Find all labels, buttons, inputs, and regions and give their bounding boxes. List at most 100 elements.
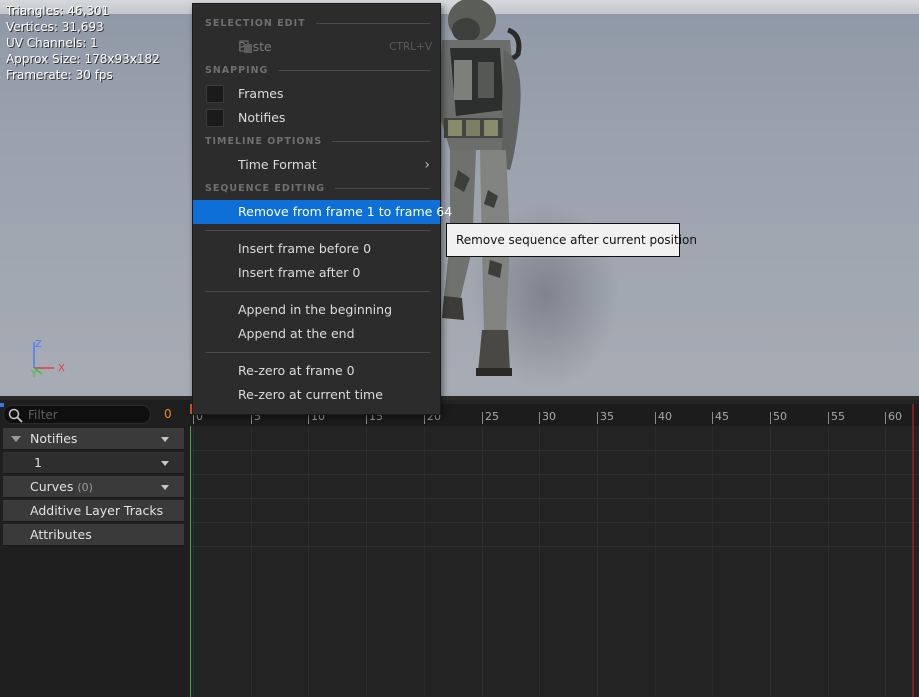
section-line bbox=[332, 140, 430, 142]
section-snapping-label: SNAPPING bbox=[205, 64, 269, 76]
menu-separator bbox=[205, 230, 430, 231]
axis-gizmo-icon: Z Y X bbox=[30, 339, 65, 380]
ruler-tick-label: 55 bbox=[831, 410, 845, 423]
rezero-current-label: Re-zero at current time bbox=[238, 387, 383, 402]
stat-framerate: Framerate: 30 fps bbox=[6, 68, 113, 82]
ruler-tick-label: 35 bbox=[600, 410, 614, 423]
track-additive-label: Additive Layer Tracks bbox=[30, 503, 164, 518]
track-additive-layer[interactable]: Additive Layer Tracks bbox=[3, 500, 184, 522]
timeline-area[interactable]: 0 5 10 15 20 25 30 35 40 45 50 55 60 bbox=[190, 400, 919, 697]
ruler-tick bbox=[770, 412, 771, 424]
timeline-grid-line bbox=[251, 426, 252, 697]
menu-item-insert-before[interactable]: Insert frame before 0 bbox=[193, 237, 440, 261]
section-sequence-editing: SEQUENCE EDITING bbox=[205, 181, 430, 195]
section-line bbox=[315, 22, 430, 24]
chevron-down-icon[interactable] bbox=[161, 437, 169, 442]
chevron-down-icon[interactable] bbox=[161, 461, 169, 466]
insert-before-label: Insert frame before 0 bbox=[238, 241, 372, 256]
track-curves[interactable]: Curves (0) bbox=[3, 476, 184, 498]
section-timeline-options-label: TIMELINE OPTIONS bbox=[205, 135, 323, 147]
ruler-tick bbox=[655, 412, 656, 424]
menu-item-append-end[interactable]: Append at the end bbox=[193, 322, 440, 346]
ruler-tick bbox=[597, 412, 598, 424]
ruler-tick bbox=[482, 412, 483, 424]
ruler-tick-label: 45 bbox=[715, 410, 729, 423]
time-format-label: Time Format bbox=[238, 157, 317, 172]
ruler-tick bbox=[712, 412, 713, 424]
menu-item-insert-after[interactable]: Insert frame after 0 bbox=[193, 261, 440, 285]
filter-box[interactable] bbox=[3, 405, 151, 424]
timeline-grid-line bbox=[308, 426, 309, 697]
ruler-tick-label: 25 bbox=[485, 410, 499, 423]
menu-item-paste[interactable]: Paste CTRL+V bbox=[193, 35, 440, 59]
track-row-divider bbox=[190, 522, 919, 523]
axis-x-label: X bbox=[58, 363, 65, 374]
expand-arrow-icon[interactable] bbox=[11, 436, 21, 442]
stat-uv-channels: UV Channels: 1 bbox=[6, 36, 98, 50]
section-selection-edit-label: SELECTION EDIT bbox=[205, 17, 306, 29]
snap-frames-label: Frames bbox=[238, 86, 284, 101]
timeline-grid-line bbox=[828, 426, 829, 697]
mesh-stats-overlay: Triangles: 46,301 Vertices: 31,693 UV Ch… bbox=[6, 3, 160, 83]
track-row-divider bbox=[190, 474, 919, 475]
menu-item-time-format[interactable]: Time Format › bbox=[193, 153, 440, 177]
timeline-grid-line bbox=[655, 426, 656, 697]
playback-range-end[interactable] bbox=[912, 404, 914, 697]
track-curves-count: (0) bbox=[77, 481, 93, 494]
stat-triangles: Triangles: 46,301 bbox=[6, 4, 110, 18]
timeline-grid-line bbox=[193, 426, 194, 697]
timeline-grid-line bbox=[424, 426, 425, 697]
section-selection-edit: SELECTION EDIT bbox=[205, 16, 430, 30]
ruler-tick-label: 60 bbox=[888, 410, 902, 423]
rezero-frame-label: Re-zero at frame 0 bbox=[238, 363, 355, 378]
search-icon bbox=[8, 408, 23, 423]
snap-notifies-label: Notifies bbox=[238, 110, 286, 125]
track-notifies[interactable]: Notifies bbox=[3, 428, 184, 450]
timeline-context-menu: SELECTION EDIT Paste CTRL+V SNAPPING Fra… bbox=[192, 3, 452, 415]
paste-icon bbox=[239, 40, 252, 53]
track-attributes[interactable]: Attributes bbox=[3, 524, 184, 546]
track-notify-1-label: 1 bbox=[34, 455, 42, 470]
menu-item-rezero-current[interactable]: Re-zero at current time bbox=[193, 383, 440, 407]
menu-item-append-beginning[interactable]: Append in the beginning bbox=[193, 298, 440, 322]
chevron-down-icon[interactable] bbox=[161, 485, 169, 490]
filter-input[interactable] bbox=[28, 407, 148, 423]
menu-item-remove-range[interactable]: Remove from frame 1 to frame 64 bbox=[193, 200, 452, 224]
chevron-right-icon: › bbox=[424, 157, 430, 173]
menu-item-snap-notifies[interactable]: Notifies bbox=[193, 106, 440, 130]
snap-notifies-checkbox[interactable] bbox=[206, 109, 224, 127]
menu-item-rezero-frame[interactable]: Re-zero at frame 0 bbox=[193, 359, 440, 383]
insert-after-label: Insert frame after 0 bbox=[238, 265, 361, 280]
stat-approx-size: Approx Size: 178x93x182 bbox=[6, 52, 160, 66]
track-row-divider bbox=[190, 498, 919, 499]
track-row-divider bbox=[190, 450, 919, 451]
section-timeline-options: TIMELINE OPTIONS bbox=[205, 134, 430, 148]
timeline-grid-line bbox=[770, 426, 771, 697]
timeline-grid-line bbox=[885, 426, 886, 697]
track-notifies-label: Notifies bbox=[30, 431, 78, 446]
section-sequence-editing-label: SEQUENCE EDITING bbox=[205, 182, 326, 194]
ruler-tick-label: 30 bbox=[542, 410, 556, 423]
section-line bbox=[335, 187, 430, 189]
viewport-3d[interactable]: Triangles: 46,301 Vertices: 31,693 UV Ch… bbox=[0, 0, 919, 400]
stat-vertices: Vertices: 31,693 bbox=[6, 20, 104, 34]
track-notify-1[interactable]: 1 bbox=[3, 452, 184, 474]
axis-y-label: Y bbox=[30, 369, 38, 380]
ruler-tick bbox=[539, 412, 540, 424]
timeline-grid-line bbox=[597, 426, 598, 697]
axis-z-label: Z bbox=[35, 339, 42, 350]
menu-separator bbox=[205, 291, 430, 292]
track-row-divider bbox=[190, 546, 919, 547]
track-curves-label: Curves bbox=[30, 479, 74, 494]
menu-separator bbox=[205, 352, 430, 353]
append-begin-label: Append in the beginning bbox=[238, 302, 393, 317]
ruler-tick-label: 40 bbox=[658, 410, 672, 423]
section-line bbox=[278, 69, 430, 71]
track-attributes-label: Attributes bbox=[30, 527, 92, 542]
menu-item-snap-frames[interactable]: Frames bbox=[193, 82, 440, 106]
timeline-grid-line bbox=[539, 426, 540, 697]
playback-range-start[interactable] bbox=[190, 426, 191, 697]
snap-frames-checkbox[interactable] bbox=[206, 85, 224, 103]
append-end-label: Append at the end bbox=[238, 326, 355, 341]
paste-shortcut: CTRL+V bbox=[389, 41, 432, 53]
